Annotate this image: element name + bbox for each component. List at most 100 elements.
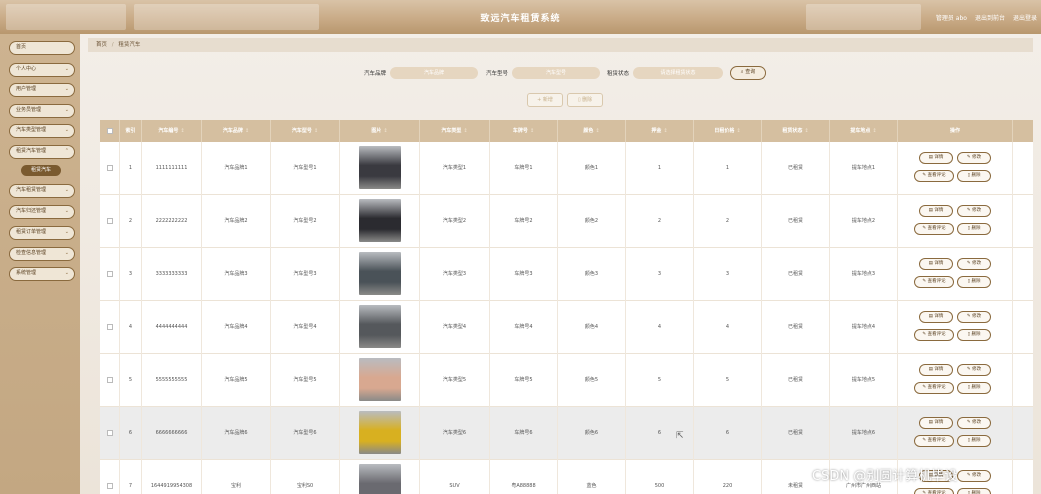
detail-button[interactable]: ▤ 详情 [919, 311, 953, 323]
table-row: 1 1111111111 汽车品牌1 汽车型号1 汽车类型1 车牌号1 颜色1 1 1 已租赁 提车… [100, 142, 1033, 195]
car-image[interactable] [359, 411, 401, 454]
sidebar-item-car-returns[interactable]: 汽车归还管理 ⌄ [9, 205, 75, 219]
sidebar-item-users[interactable]: 用户管理 ⌄ [9, 83, 75, 97]
cell-value: 2 [657, 218, 662, 224]
sidebar-item-orders[interactable]: 租赁订单管理 ⌄ [9, 226, 75, 240]
chevron-down-icon: ⌄ [64, 229, 69, 235]
sidebar-item-home[interactable]: 首页 [9, 41, 75, 55]
sort-icon[interactable]: ↕ [463, 128, 467, 134]
delete-row-button[interactable]: ▯ 删除 [957, 488, 991, 494]
sidebar-subitem-rental-car[interactable]: 租赁汽车 [21, 165, 61, 176]
model-input[interactable]: 汽车型号 [512, 67, 601, 79]
sidebar-item-label: 个人中心 [16, 66, 37, 72]
brand-input[interactable]: 汽车品牌 [390, 67, 479, 79]
cell-brand: 汽车品牌4 [202, 301, 271, 354]
cell-model: 汽车型号4 [271, 301, 340, 354]
sort-icon[interactable]: ↕ [804, 128, 808, 134]
sidebar-item-rental-cars[interactable]: 租赁汽车管理 ⌃ [9, 145, 75, 159]
edit-button[interactable]: ✎ 修改 [957, 364, 991, 376]
detail-button-label: 详情 [934, 367, 944, 372]
delete-row-button[interactable]: ▯ 删除 [957, 223, 991, 235]
cell-price: 2 [694, 195, 762, 248]
sort-icon[interactable]: ↕ [663, 128, 667, 134]
edit-button[interactable]: ✎ 修改 [957, 152, 991, 164]
cell-deposit: 2 [626, 195, 694, 248]
detail-button[interactable]: ▤ 详情 [919, 417, 953, 429]
edit-button[interactable]: ✎ 修改 [957, 470, 991, 482]
row-checkbox[interactable] [107, 218, 113, 224]
breadcrumb-home[interactable]: 首页 [96, 42, 107, 48]
cell-code: 1644919954308 [142, 460, 202, 494]
view-comments-button[interactable]: ✎ 查看评论 [914, 170, 954, 182]
car-image[interactable] [359, 358, 401, 401]
column-header-checkbox[interactable] [100, 120, 120, 142]
delete-row-button[interactable]: ▯ 删除 [957, 435, 991, 447]
breadcrumb-current: 租赁汽车 [118, 42, 141, 48]
cell-price: 6 [694, 407, 762, 460]
status-select[interactable]: 请选择租赁状态 [633, 67, 724, 79]
chevron-down-icon: ⌄ [64, 270, 69, 276]
delete-row-button[interactable]: ▯ 删除 [957, 329, 991, 341]
car-image[interactable] [359, 199, 401, 242]
sidebar-item-inspections[interactable]: 检查信息管理 ⌄ [9, 247, 75, 261]
sidebar-item-car-types[interactable]: 汽车类型管理 ⌄ [9, 124, 75, 138]
row-checkbox[interactable] [107, 483, 113, 489]
car-image[interactable] [359, 252, 401, 295]
detail-button-label: 详情 [934, 208, 944, 213]
cell-value: 汽车类型6 [442, 430, 467, 436]
delete-button[interactable]: ▯ 删除 [567, 93, 603, 107]
delete-row-button[interactable]: ▯ 删除 [957, 276, 991, 288]
sort-icon[interactable]: ↕ [595, 128, 599, 134]
cell-value: 提车地点3 [851, 271, 876, 277]
chevron-down-icon: ⌄ [64, 208, 69, 214]
sidebar-item-profile[interactable]: 个人中心 ⌄ [9, 63, 75, 77]
add-button[interactable]: + 新增 [527, 93, 563, 107]
car-image[interactable] [359, 464, 401, 494]
view-comments-button[interactable]: ✎ 查看评论 [914, 488, 954, 494]
row-checkbox[interactable] [107, 324, 113, 330]
sort-icon[interactable]: ↕ [736, 128, 740, 134]
cell-ops: ▤ 详情 ✎ 修改 ✎ 查看评论 ▯ 删除 [898, 354, 1013, 407]
sidebar-item-salesmen[interactable]: 业务员管理 ⌄ [9, 104, 75, 118]
car-image[interactable] [359, 305, 401, 348]
view-comments-button[interactable]: ✎ 查看评论 [914, 435, 954, 447]
detail-button[interactable]: ▤ 详情 [919, 258, 953, 270]
sort-icon[interactable]: ↕ [180, 128, 184, 134]
cell-ops: ▤ 详情 ✎ 修改 ✎ 查看评论 ▯ 删除 [898, 301, 1013, 354]
select-all-checkbox[interactable] [107, 128, 113, 134]
view-comments-button[interactable]: ✎ 查看评论 [914, 276, 954, 288]
row-checkbox[interactable] [107, 165, 113, 171]
sort-icon[interactable]: ↕ [872, 128, 876, 134]
row-checkbox[interactable] [107, 271, 113, 277]
edit-button[interactable]: ✎ 修改 [957, 417, 991, 429]
sort-icon[interactable]: ↕ [314, 128, 318, 134]
edit-button[interactable]: ✎ 修改 [957, 311, 991, 323]
view-comments-button[interactable]: ✎ 查看评论 [914, 223, 954, 235]
sort-icon[interactable]: ↕ [383, 128, 387, 134]
query-button[interactable]: ⌕ 查询 [730, 66, 766, 80]
edit-button[interactable]: ✎ 修改 [957, 205, 991, 217]
cell-code: 6666666666 [142, 407, 202, 460]
edit-button-label: 修改 [972, 261, 982, 266]
car-image[interactable] [359, 146, 401, 189]
sort-icon[interactable]: ↕ [530, 128, 534, 134]
row-checkbox[interactable] [107, 430, 113, 436]
logout-link[interactable]: 退出登录 [1013, 13, 1037, 22]
cell-ops: ▤ 详情 ✎ 修改 ✎ 查看评论 ▯ 删除 [898, 407, 1013, 460]
edit-button[interactable]: ✎ 修改 [957, 258, 991, 270]
view-comments-button[interactable]: ✎ 查看评论 [914, 382, 954, 394]
sidebar-item-system[interactable]: 系统管理 ⌄ [9, 267, 75, 281]
sidebar-item-car-rentals[interactable]: 汽车租赁管理 ⌄ [9, 184, 75, 198]
view-comments-button[interactable]: ✎ 查看评论 [914, 329, 954, 341]
cell-place: 提车地点3 [830, 248, 898, 301]
row-checkbox[interactable] [107, 377, 113, 383]
detail-button[interactable]: ▤ 详情 [919, 364, 953, 376]
delete-row-button[interactable]: ▯ 删除 [957, 170, 991, 182]
detail-button[interactable]: ▤ 详情 [919, 205, 953, 217]
back-to-front-link[interactable]: 退出到前台 [975, 13, 1005, 22]
delete-row-button[interactable]: ▯ 删除 [957, 382, 991, 394]
cell-type: SUV [420, 460, 490, 494]
column-header-label: 索引 [125, 128, 136, 134]
detail-button[interactable]: ▤ 详情 [919, 152, 953, 164]
sort-icon[interactable]: ↕ [245, 128, 249, 134]
